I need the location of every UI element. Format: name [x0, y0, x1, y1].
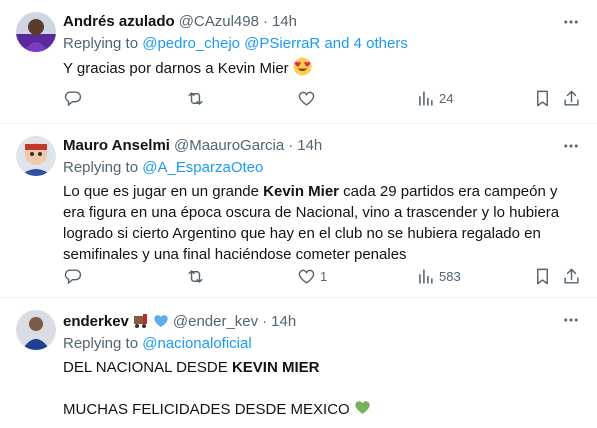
avatar[interactable] [16, 12, 56, 52]
tweet-reply[interactable]: Andrés azulado @CAzul498 · 14h Replying … [0, 0, 597, 124]
replying-to: Replying to @pedro_chejo @PSierraR and 4… [63, 34, 581, 54]
views-count: 24 [439, 90, 454, 106]
replying-to-mentions[interactable]: @A_EsparzaOteo [142, 159, 263, 176]
avatar[interactable] [16, 136, 56, 176]
replying-to: Replying to @A_EsparzaOteo [63, 158, 581, 178]
share-button[interactable] [562, 89, 581, 108]
tweet-text: Lo que es jugar en un grande Kevin Mier … [63, 183, 564, 263]
reply-button[interactable] [63, 89, 86, 108]
likes-count: 1 [320, 268, 328, 284]
replying-to-label: Replying to [63, 335, 143, 352]
bookmark-button[interactable] [533, 267, 552, 286]
views-count: 583 [439, 268, 461, 284]
replying-to-mentions[interactable]: @nacionaloficial [142, 335, 251, 352]
bookmark-button[interactable] [533, 89, 552, 108]
retweet-button[interactable] [186, 267, 209, 286]
like-button[interactable]: 1 [297, 267, 327, 286]
display-name[interactable]: enderkev [63, 313, 129, 330]
heart-icon [298, 269, 315, 284]
tweet-text: DEL NACIONAL DESDE KEVIN MIER [63, 359, 320, 376]
user-handle[interactable]: @CAzul498 [179, 13, 259, 30]
timestamp[interactable]: 14h [271, 313, 296, 330]
heart-icon [298, 91, 315, 106]
reply-icon [64, 90, 82, 106]
bookmark-icon [537, 90, 548, 106]
replying-to-label: Replying to [63, 35, 143, 52]
separator-dot: · [262, 312, 268, 330]
like-button[interactable] [297, 89, 320, 108]
tweet-reply[interactable]: enderkev @ender_kev · 14h Replying to @n… [0, 298, 597, 428]
replying-to: Replying to @nacionaloficial [63, 334, 581, 354]
tweet-reply[interactable]: Mauro Anselmi @MaauroGarcia · 14h Replyi… [0, 124, 597, 298]
tweet-actions: 24 [63, 88, 581, 108]
user-handle[interactable]: @ender_kev [173, 313, 258, 330]
heart-eyes-emoji-icon [293, 57, 312, 82]
tweet-actions: 1 583 [63, 266, 581, 286]
timestamp[interactable]: 14h [297, 137, 322, 154]
analytics-icon [419, 268, 433, 284]
tweet-text-line-2: MUCHAS FELICIDADES DESDE MEXICO [63, 399, 581, 422]
more-options-icon[interactable] [561, 12, 581, 32]
user-handle[interactable]: @MaauroGarcia [174, 137, 284, 154]
blue-heart-emoji-icon [153, 313, 169, 329]
green-heart-emoji-icon [354, 399, 371, 422]
display-name[interactable]: Mauro Anselmi [63, 137, 170, 154]
retweet-icon [188, 91, 203, 105]
analytics-icon [419, 90, 433, 106]
retweet-button[interactable] [186, 89, 209, 108]
bookmark-icon [537, 268, 548, 284]
tweet-text: Y gracias por darnos a Kevin Mier [63, 57, 581, 82]
display-name[interactable]: Andrés azulado [63, 13, 175, 30]
share-icon [564, 90, 579, 106]
share-button[interactable] [562, 267, 581, 286]
timestamp[interactable]: 14h [272, 13, 297, 30]
views-button[interactable]: 24 [416, 89, 453, 108]
separator-dot: · [288, 136, 294, 154]
more-options-icon[interactable] [561, 310, 581, 330]
replying-to-label: Replying to [63, 159, 143, 176]
reply-icon [64, 268, 82, 284]
views-button[interactable]: 583 [416, 267, 461, 286]
retweet-icon [188, 269, 203, 283]
reply-button[interactable] [63, 267, 86, 286]
share-icon [564, 268, 579, 284]
separator-dot: · [262, 12, 268, 30]
train-emoji-icon [132, 313, 150, 329]
avatar[interactable] [16, 310, 56, 350]
more-options-icon[interactable] [561, 136, 581, 156]
replying-to-mentions[interactable]: @pedro_chejo @PSierraR and 4 others [142, 35, 408, 52]
